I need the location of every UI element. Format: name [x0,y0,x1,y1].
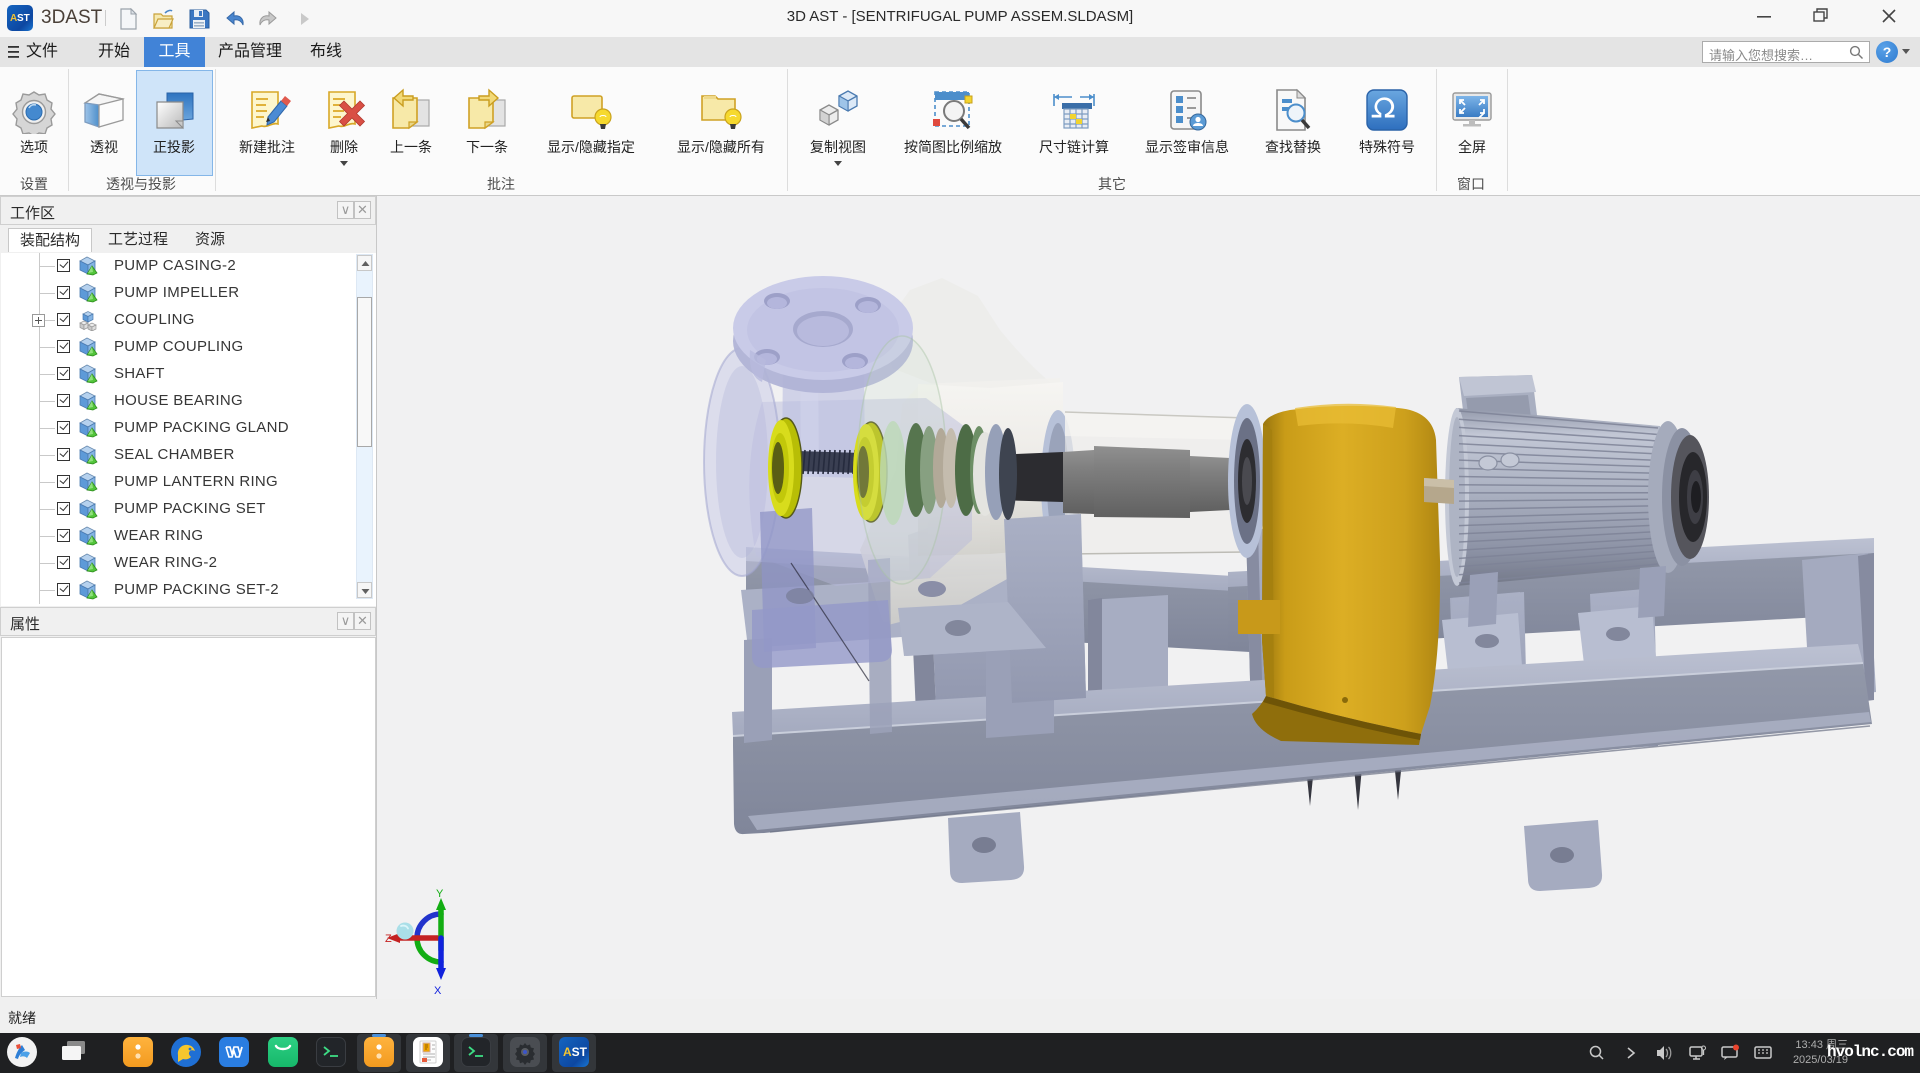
svg-text:Y: Y [436,888,444,900]
svg-text:X: X [434,985,442,997]
svg-text:Z: Z [385,933,392,945]
